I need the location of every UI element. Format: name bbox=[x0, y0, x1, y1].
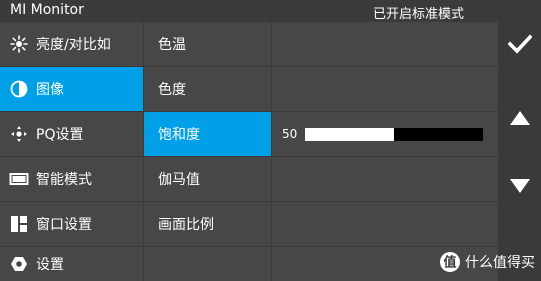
saturation-value: 50 bbox=[282, 127, 298, 141]
menu-item-label: PQ设置 bbox=[36, 127, 84, 143]
menu-item-label: 亮度/对比如 bbox=[36, 37, 111, 53]
osd-menu-grid: 亮度/对比如 图像 PQ设置 智能模式 窗口设置 设置 色温 色度 饱和度 伽马… bbox=[0, 22, 498, 281]
saturation-slider-fill bbox=[305, 127, 395, 141]
settings-hexagon-icon bbox=[8, 255, 30, 273]
submenu-item-label: 色度 bbox=[158, 82, 186, 98]
title-bar: MI Monitor 已开启标准模式 bbox=[0, 0, 498, 22]
detail-cell bbox=[272, 67, 498, 111]
checkmark-icon bbox=[507, 34, 533, 58]
submenu-item-hue[interactable]: 色度 bbox=[144, 67, 271, 111]
menu-item-smart-mode[interactable]: 智能模式 bbox=[0, 157, 143, 201]
submenu-item-label: 画面比例 bbox=[158, 217, 214, 233]
brightness-icon bbox=[8, 35, 30, 53]
down-button[interactable] bbox=[499, 168, 541, 208]
saturation-slider-row[interactable]: 50 bbox=[272, 112, 498, 156]
smzdm-logo-icon: 值 bbox=[439, 251, 461, 273]
menu-item-label: 图像 bbox=[36, 82, 64, 98]
menu-item-label: 智能模式 bbox=[36, 172, 92, 188]
window-layout-icon bbox=[8, 215, 30, 233]
submenu-item-gamma[interactable]: 伽马值 bbox=[144, 157, 271, 201]
menu-item-image[interactable]: 图像 bbox=[0, 67, 143, 111]
detail-cell bbox=[272, 22, 498, 66]
detail-cell bbox=[272, 202, 498, 246]
arrow-up-icon bbox=[509, 110, 531, 130]
app-title: MI Monitor bbox=[10, 2, 84, 18]
up-button[interactable] bbox=[499, 100, 541, 140]
menu-item-window-settings[interactable]: 窗口设置 bbox=[0, 202, 143, 246]
submenu-item-label: 色温 bbox=[158, 37, 186, 53]
watermark-text: 什么值得买 bbox=[465, 255, 535, 271]
submenu-item-label: 饱和度 bbox=[158, 127, 200, 143]
submenu-item-label: 伽马值 bbox=[158, 172, 200, 188]
side-controls bbox=[499, 0, 541, 281]
confirm-button[interactable] bbox=[499, 26, 541, 66]
submenu-item-aspect-ratio[interactable]: 画面比例 bbox=[144, 202, 271, 246]
arrow-down-icon bbox=[509, 178, 531, 198]
menu-item-label: 设置 bbox=[36, 257, 64, 273]
submenu-item-saturation[interactable]: 饱和度 bbox=[144, 112, 271, 156]
saturation-slider[interactable] bbox=[305, 127, 484, 141]
contrast-half-circle-icon bbox=[8, 80, 30, 98]
svg-text:值: 值 bbox=[443, 255, 456, 271]
watermark: 值 什么值得买 bbox=[439, 251, 535, 273]
menu-item-settings[interactable]: 设置 bbox=[0, 247, 143, 281]
mode-status: 已开启标准模式 bbox=[372, 7, 464, 22]
detail-cell bbox=[272, 157, 498, 201]
menu-item-brightness[interactable]: 亮度/对比如 bbox=[0, 22, 143, 66]
pq-diamond-icon bbox=[8, 125, 30, 143]
submenu-item-empty bbox=[144, 247, 271, 281]
menu-item-pq-settings[interactable]: PQ设置 bbox=[0, 112, 143, 156]
monitor-osd: MI Monitor 已开启标准模式 亮度/对比如 图像 PQ设置 智能模式 窗… bbox=[0, 0, 541, 281]
menu-item-label: 窗口设置 bbox=[36, 217, 92, 233]
smart-mode-icon bbox=[8, 170, 30, 188]
submenu-item-color-temperature[interactable]: 色温 bbox=[144, 22, 271, 66]
